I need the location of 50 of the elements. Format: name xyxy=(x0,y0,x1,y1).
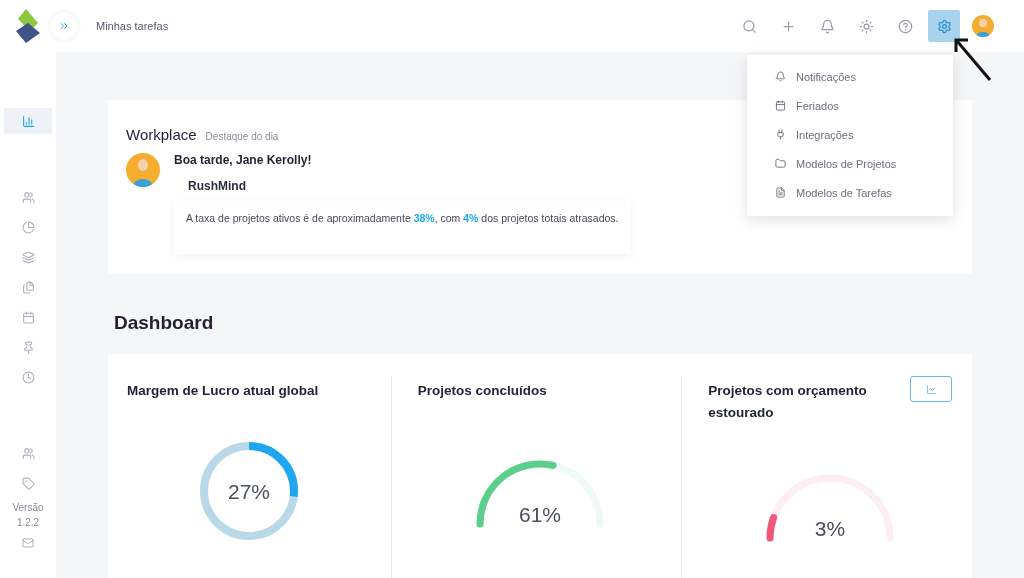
settings-button[interactable] xyxy=(928,10,960,42)
files-icon xyxy=(21,280,35,294)
expand-button[interactable] xyxy=(50,12,78,40)
company-name: RushMind xyxy=(188,179,247,193)
summary-text: A taxa de projetos ativos é de aproximadamente 38%, com 4% dos projetos totais atrasados. xyxy=(174,201,631,254)
menu-item[interactable]: Integrações xyxy=(775,125,953,144)
page-title: Minhas tarefas xyxy=(96,20,170,32)
chart-button[interactable] xyxy=(910,376,952,402)
calendar-icon xyxy=(775,100,786,111)
metric-title: Margem de Lucro atual global xyxy=(127,382,320,400)
greeting-text: Boa tarde, Jane Kerolly! xyxy=(174,153,313,167)
gauge-value: 3% xyxy=(815,517,846,540)
version-number: 1.2.2 xyxy=(16,516,40,530)
calendar-icon xyxy=(21,310,35,324)
sidebar-item[interactable] xyxy=(4,108,52,134)
help-icon xyxy=(897,18,913,34)
users-icon xyxy=(21,446,35,460)
plus-icon xyxy=(780,18,796,34)
metric-title: Projetos com orçamento estourado xyxy=(708,382,868,422)
card-subtitle: Destaque do dia xyxy=(205,131,279,142)
section-title: Dashboard xyxy=(114,312,215,335)
file-icon xyxy=(775,187,786,198)
sun-icon xyxy=(858,18,874,34)
bell-icon xyxy=(819,18,835,34)
tag-icon xyxy=(21,476,35,490)
mail-icon xyxy=(22,537,34,549)
folder-icon xyxy=(775,158,786,169)
arrow-drawing xyxy=(954,38,992,82)
version-label: Versão xyxy=(12,501,44,515)
users-icon xyxy=(21,190,35,204)
settings-icon xyxy=(936,18,952,34)
line-chart-icon xyxy=(925,383,937,395)
card-title: Workplace xyxy=(126,126,197,143)
clock-icon xyxy=(21,370,35,384)
metric-title: Projetos concluídos xyxy=(417,382,548,400)
logo-icon xyxy=(14,9,40,43)
menu-item[interactable]: Feriados xyxy=(775,96,953,115)
menu-item[interactable]: Modelos de Projetos xyxy=(775,154,953,173)
gauge-value: 27% xyxy=(227,480,270,503)
chevrons-icon xyxy=(58,20,70,32)
bell-icon xyxy=(775,71,786,82)
pin-icon xyxy=(21,340,35,354)
pie-icon xyxy=(21,220,35,234)
menu-item[interactable]: Modelos de Tarefas xyxy=(775,183,953,202)
menu-item[interactable]: Notificações xyxy=(775,67,953,86)
layers-icon xyxy=(21,250,35,264)
plug-icon xyxy=(775,129,786,140)
search-icon xyxy=(741,18,757,34)
chart-icon xyxy=(21,114,35,128)
gauge-value: 61% xyxy=(518,503,561,526)
